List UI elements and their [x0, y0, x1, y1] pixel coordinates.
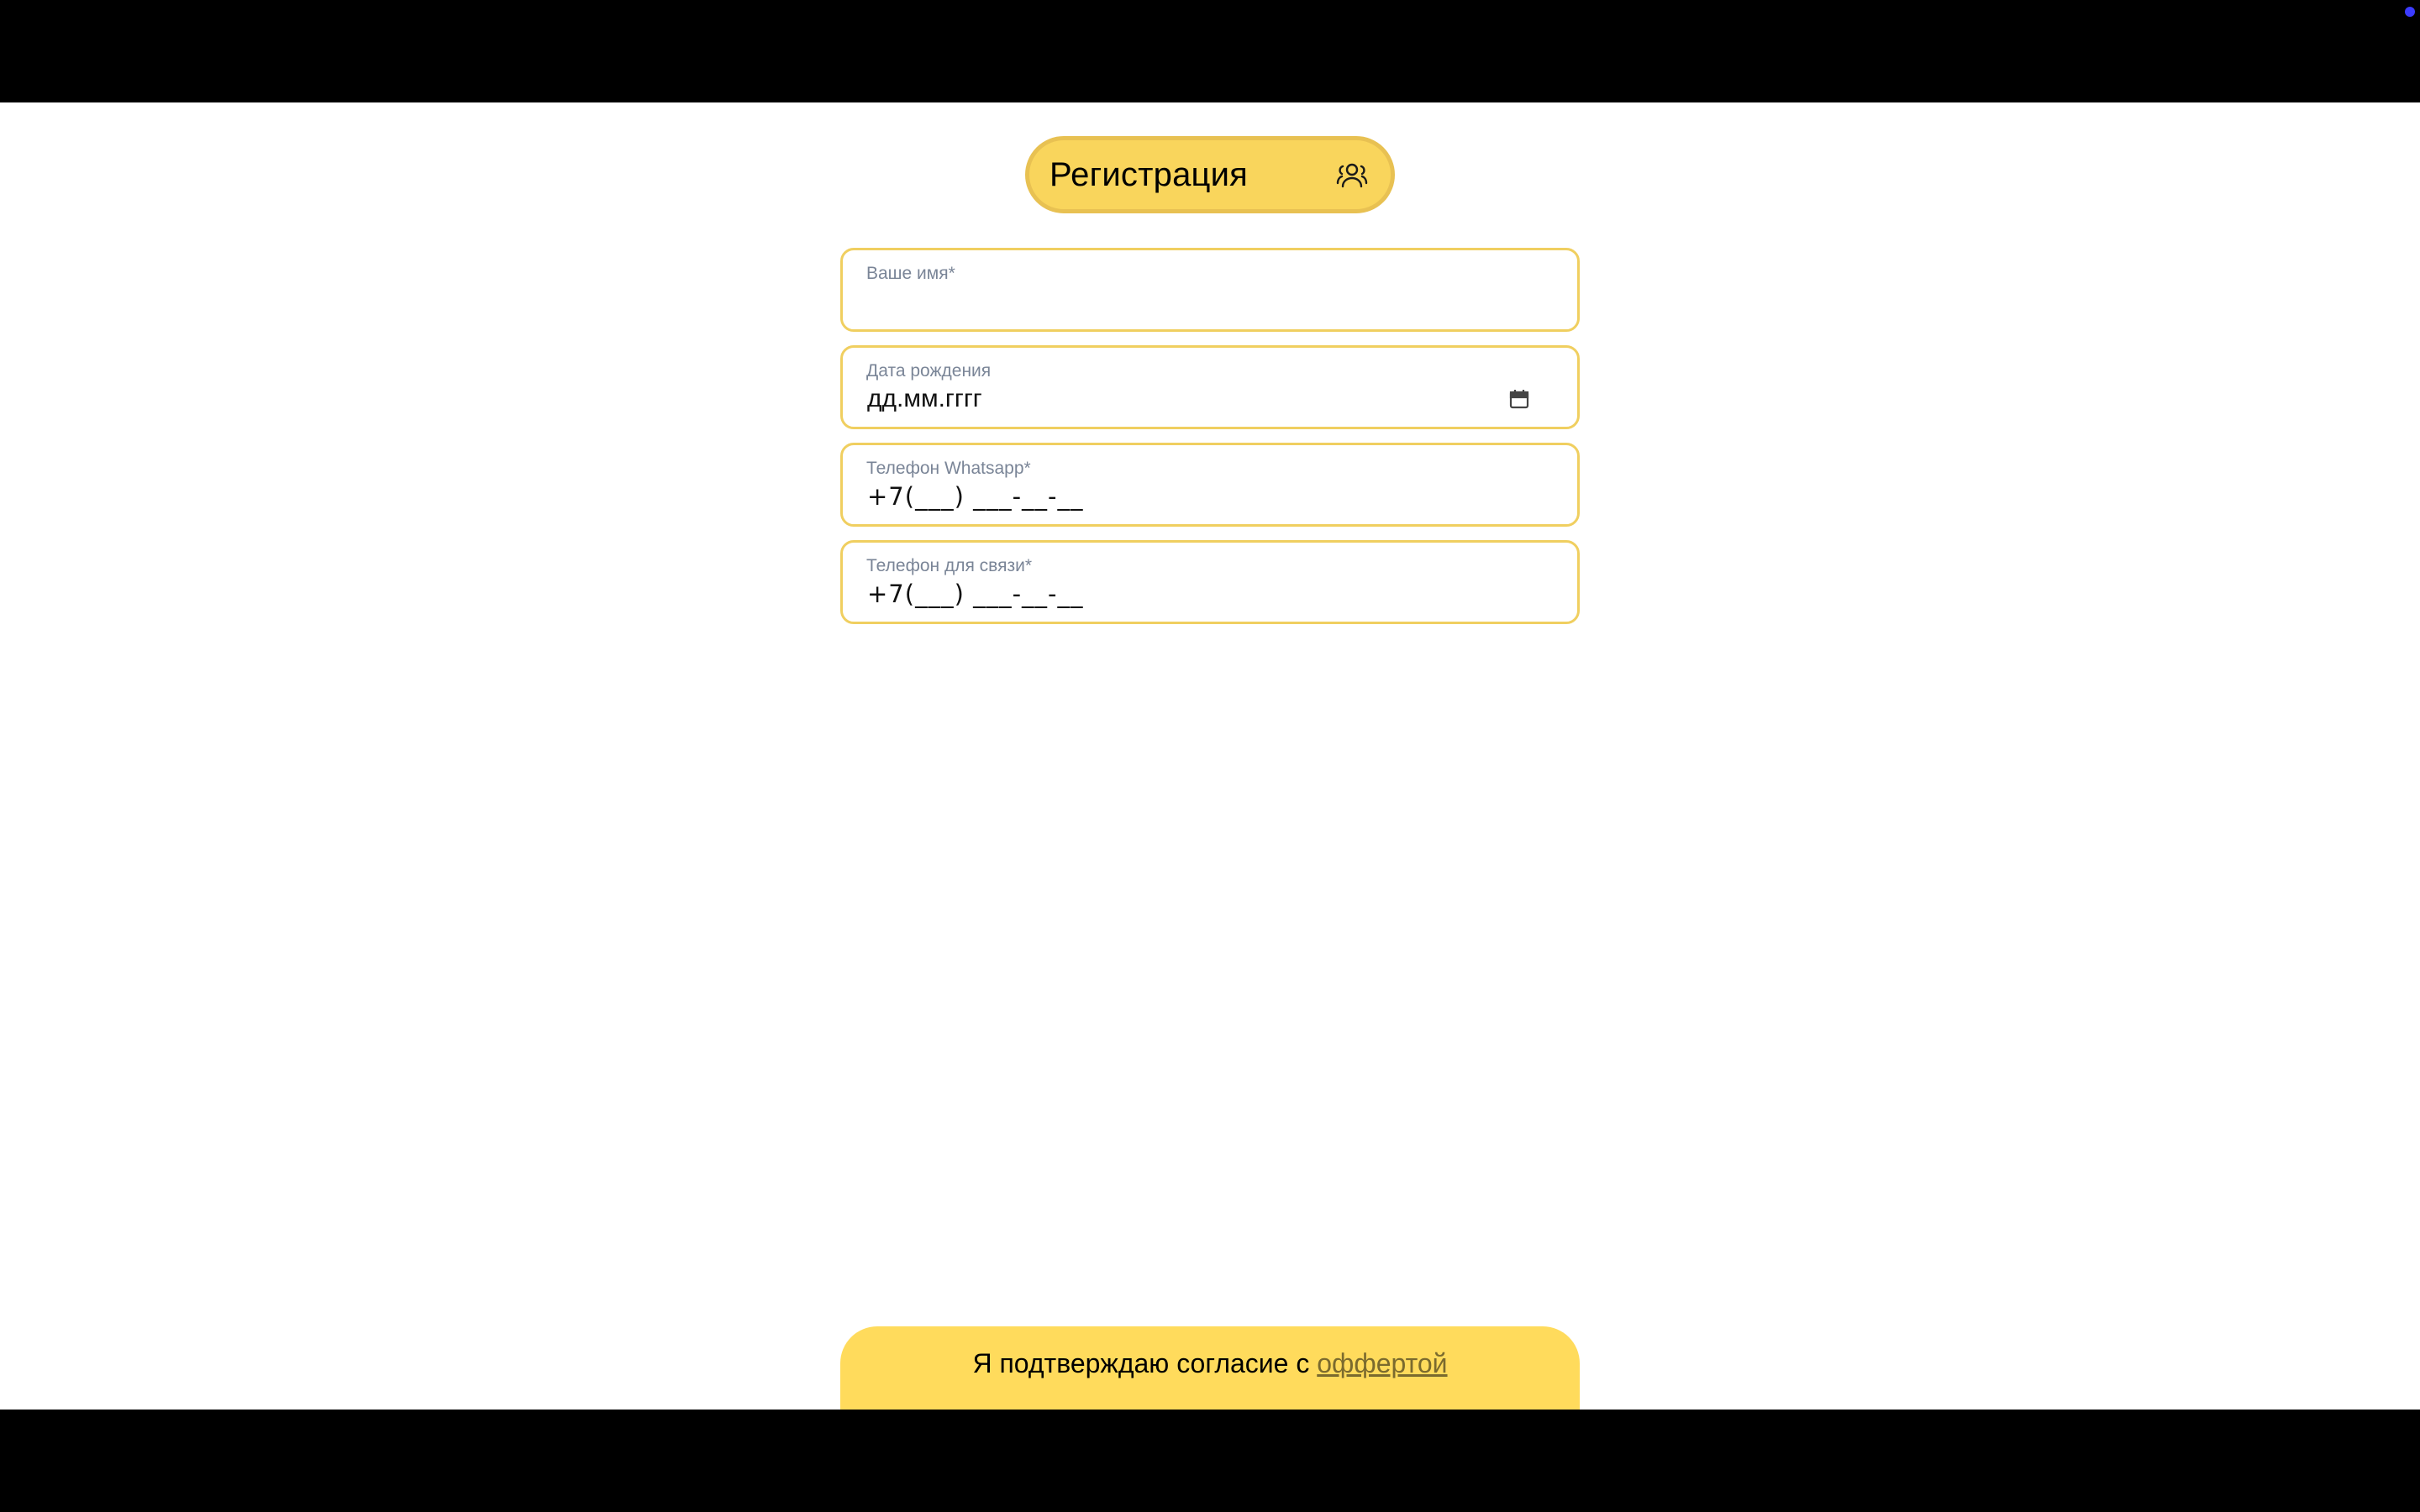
birthdate-field-label: Дата рождения	[866, 361, 992, 381]
page-viewport: Регистрация Ваше имя* Дата рождения дд.м…	[0, 102, 2420, 1410]
top-black-bar	[0, 0, 2420, 102]
contact-phone-field[interactable]: Телефон для связи* +7(___) ___-__-__	[840, 540, 1580, 624]
calendar-icon[interactable]	[1508, 388, 1530, 410]
name-field-label: Ваше имя*	[866, 264, 955, 283]
page-title: Регистрация	[1050, 155, 1249, 193]
birthdate-field[interactable]: Дата рождения дд.мм.гггг	[840, 345, 1580, 429]
registration-title-pill: Регистрация	[1025, 136, 1395, 213]
consent-label: Я подтверждаю согласие с	[972, 1348, 1318, 1378]
status-dot	[2405, 7, 2415, 17]
consent-text: Я подтверждаю согласие с оффертой	[972, 1348, 1447, 1410]
consent-box[interactable]: Я подтверждаю согласие с оффертой	[840, 1326, 1580, 1410]
whatsapp-phone-field[interactable]: Телефон Whatsapp* +7(___) ___-__-__	[840, 443, 1580, 527]
name-field[interactable]: Ваше имя*	[840, 248, 1580, 332]
whatsapp-phone-field-label: Телефон Whatsapp*	[866, 459, 1031, 478]
birthdate-field-value[interactable]: дд.мм.гггг	[867, 385, 982, 413]
users-icon	[1334, 156, 1370, 193]
bottom-black-bar	[0, 1410, 2420, 1512]
contact-phone-field-label: Телефон для связи*	[866, 556, 1032, 575]
contact-phone-field-value[interactable]: +7(___) ___-__-__	[867, 580, 1084, 608]
whatsapp-phone-field-value[interactable]: +7(___) ___-__-__	[867, 482, 1084, 511]
offer-link[interactable]: оффертой	[1317, 1348, 1447, 1378]
